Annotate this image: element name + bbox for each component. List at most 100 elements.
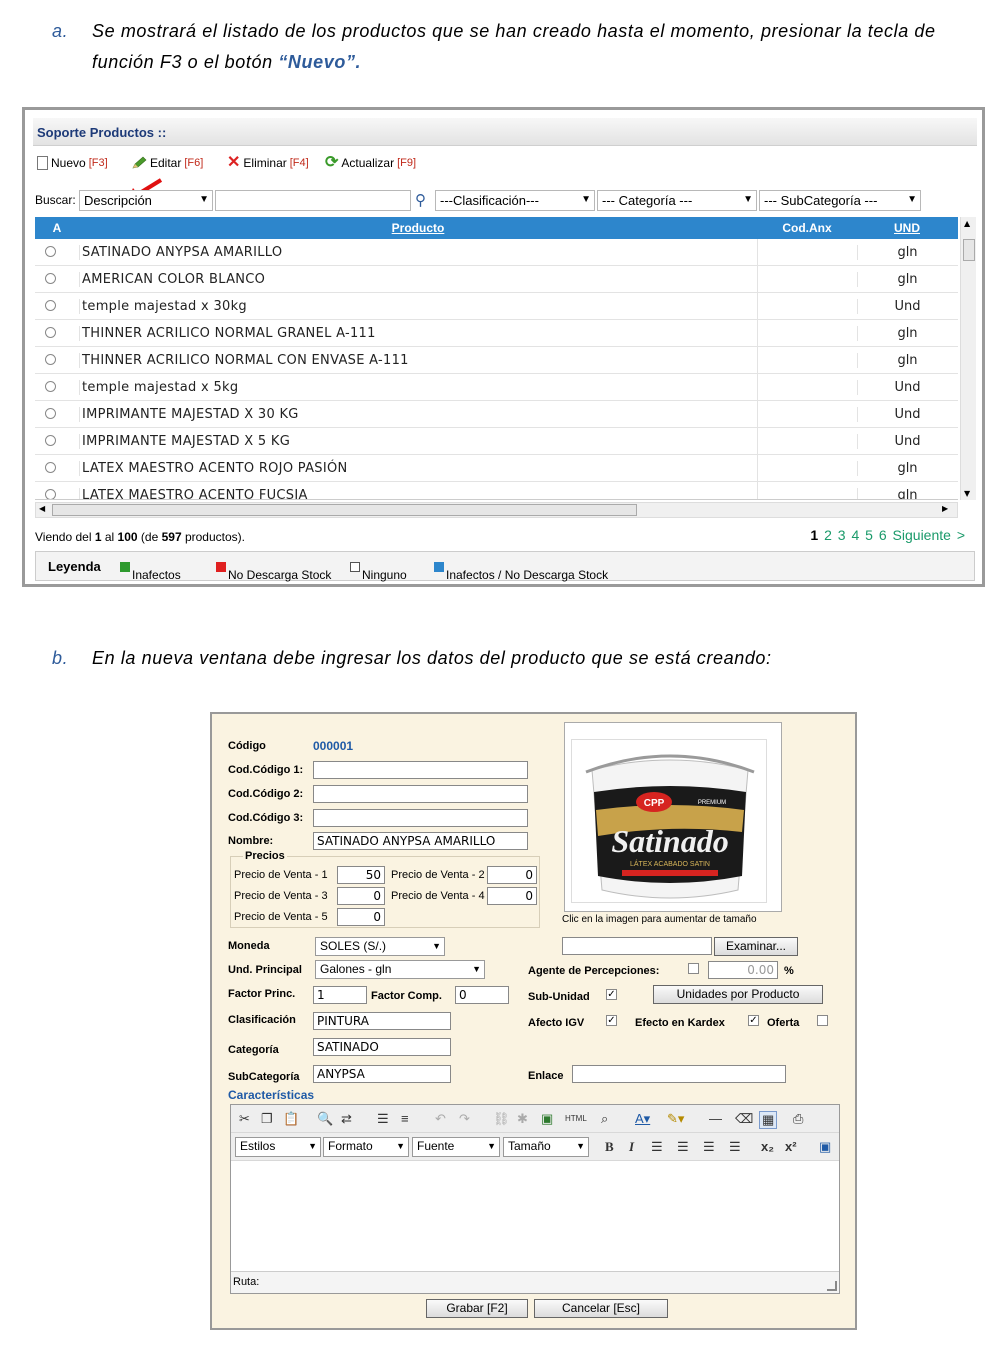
- align-justify-icon[interactable]: ☰: [729, 1139, 741, 1155]
- replace-icon[interactable]: ⇄: [341, 1111, 352, 1127]
- subcategoria-field[interactable]: ANYPSA: [313, 1065, 451, 1083]
- editor-content-area[interactable]: [231, 1161, 839, 1271]
- moneda-select[interactable]: SOLES (S/.) ▼: [315, 937, 445, 956]
- italic-icon[interactable]: I: [629, 1139, 634, 1155]
- image-file-field[interactable]: [562, 937, 712, 955]
- bold-icon[interactable]: B: [605, 1139, 614, 1155]
- row-select-radio[interactable]: [45, 435, 56, 446]
- col-header-producto[interactable]: Producto: [79, 221, 757, 235]
- unidades-por-producto-button[interactable]: Unidades por Producto: [653, 985, 823, 1004]
- fuente-select[interactable]: Fuente ▼: [412, 1137, 500, 1157]
- paste-icon[interactable]: 📋: [283, 1111, 299, 1127]
- scroll-left-icon[interactable]: ◀: [39, 504, 45, 513]
- eraser-icon[interactable]: ⌫: [735, 1111, 753, 1127]
- table-row[interactable]: IMPRIMANTE MAJESTAD X 30 KG Und: [35, 401, 958, 428]
- row-select-radio[interactable]: [45, 489, 56, 499]
- enlace-field[interactable]: [572, 1065, 786, 1083]
- categoria-field[interactable]: SATINADO: [313, 1038, 451, 1056]
- copy-icon[interactable]: ❐: [261, 1111, 273, 1127]
- clasificacion-select[interactable]: ---Clasificación--- ▼: [435, 190, 595, 211]
- page-link[interactable]: 5: [865, 527, 873, 543]
- categoria-select[interactable]: --- Categoría --- ▼: [597, 190, 757, 211]
- efecto-kardex-checkbox[interactable]: ✓: [748, 1015, 759, 1026]
- row-select-radio[interactable]: [45, 408, 56, 419]
- und-principal-select[interactable]: Galones - gln ▼: [315, 960, 485, 979]
- precio-3-field[interactable]: 0: [337, 887, 385, 905]
- vertical-scroll-thumb[interactable]: [963, 239, 975, 261]
- edit-button[interactable]: Editar [F6]: [131, 156, 203, 170]
- row-select-radio[interactable]: [45, 246, 56, 257]
- table-row[interactable]: THINNER ACRILICO NORMAL GRANEL A-111 gln: [35, 320, 958, 347]
- factor-comp-field[interactable]: 0: [455, 986, 509, 1004]
- precio-5-field[interactable]: 0: [337, 908, 385, 926]
- page-link[interactable]: 4: [851, 527, 859, 543]
- subscript-icon[interactable]: x₂: [761, 1139, 774, 1154]
- grabar-button[interactable]: Grabar [F2]: [426, 1299, 528, 1318]
- scroll-right-icon[interactable]: ▶: [942, 504, 948, 513]
- scroll-up-icon[interactable]: ▲: [964, 219, 970, 228]
- table-row[interactable]: AMERICAN COLOR BLANCO gln: [35, 266, 958, 293]
- highlight-color-icon[interactable]: ✎▾: [667, 1111, 684, 1127]
- sub-unidad-checkbox[interactable]: ✓: [606, 989, 617, 1000]
- refresh-button[interactable]: ⟳ Actualizar [F9]: [325, 155, 416, 171]
- find-icon[interactable]: 🔍: [317, 1111, 333, 1127]
- numbered-list-icon[interactable]: ≡: [401, 1111, 409, 1126]
- table-row[interactable]: IMPRIMANTE MAJESTAD X 5 KG Und: [35, 428, 958, 455]
- vertical-scrollbar[interactable]: ▲ ▼: [960, 217, 976, 500]
- horizontal-scrollbar[interactable]: ◀ ▶: [35, 502, 958, 518]
- align-center-icon[interactable]: ☰: [677, 1139, 689, 1155]
- image-icon[interactable]: ▣: [541, 1111, 553, 1127]
- search-icon[interactable]: ⚲: [415, 191, 426, 209]
- percepcion-field[interactable]: 0.00: [708, 961, 778, 979]
- col-header-a[interactable]: A: [35, 221, 79, 235]
- delete-button[interactable]: ✕ Eliminar [F4]: [227, 155, 309, 171]
- align-left-icon[interactable]: ☰: [651, 1139, 663, 1155]
- cancelar-button[interactable]: Cancelar [Esc]: [534, 1299, 668, 1318]
- table-row[interactable]: temple majestad x 5kg Und: [35, 374, 958, 401]
- agente-percepciones-checkbox[interactable]: [688, 963, 699, 974]
- page-link[interactable]: 6: [879, 527, 887, 543]
- col-header-cod-anx[interactable]: Cod.Anx: [757, 221, 857, 235]
- text-color-icon[interactable]: A▾: [635, 1111, 650, 1127]
- clasificacion-field[interactable]: PINTURA: [313, 1012, 451, 1030]
- cod2-field[interactable]: [313, 785, 528, 803]
- horizontal-scroll-thumb[interactable]: [52, 504, 637, 516]
- page-link[interactable]: 2: [824, 527, 832, 543]
- redo-icon[interactable]: ↷: [459, 1111, 470, 1127]
- oferta-checkbox[interactable]: [817, 1015, 828, 1026]
- row-select-radio[interactable]: [45, 300, 56, 311]
- bullet-list-icon[interactable]: ☰: [377, 1111, 389, 1127]
- unlink-icon[interactable]: ✱: [517, 1111, 528, 1127]
- cut-icon[interactable]: ✂: [239, 1111, 250, 1127]
- tamano-select[interactable]: Tamaño ▼: [503, 1137, 589, 1157]
- table-row[interactable]: temple majestad x 30kg Und: [35, 293, 958, 320]
- precio-4-field[interactable]: 0: [487, 887, 537, 905]
- resize-grip-icon[interactable]: [827, 1281, 837, 1291]
- link-icon[interactable]: ⛓: [493, 1111, 510, 1127]
- afecto-igv-checkbox[interactable]: ✓: [606, 1015, 617, 1026]
- new-button[interactable]: Nuevo [F3]: [37, 156, 108, 170]
- precio-2-field[interactable]: 0: [487, 866, 537, 884]
- row-select-radio[interactable]: [45, 354, 56, 365]
- fullscreen-icon[interactable]: ▣: [819, 1139, 831, 1155]
- nombre-field[interactable]: SATINADO ANYPSA AMARILLO: [313, 832, 528, 850]
- product-image[interactable]: CPP PREMIUM Satinado LÁTEX ACABADO SATIN: [571, 739, 767, 903]
- table-icon[interactable]: ▦: [759, 1111, 778, 1129]
- html-source-icon[interactable]: HTML: [565, 1114, 587, 1123]
- align-right-icon[interactable]: ☰: [703, 1139, 715, 1155]
- precio-1-field[interactable]: 50: [337, 866, 385, 884]
- row-select-radio[interactable]: [45, 462, 56, 473]
- table-row[interactable]: SATINADO ANYPSA AMARILLO gln: [35, 239, 958, 266]
- row-select-radio[interactable]: [45, 327, 56, 338]
- superscript-icon[interactable]: x²: [785, 1139, 797, 1154]
- table-row[interactable]: LATEX MAESTRO ACENTO FUCSIA gln: [35, 482, 958, 499]
- table-row[interactable]: LATEX MAESTRO ACENTO ROJO PASIÓN gln: [35, 455, 958, 482]
- cod1-field[interactable]: [313, 761, 528, 779]
- formato-select[interactable]: Formato ▼: [323, 1137, 409, 1157]
- col-header-und[interactable]: UND: [857, 221, 957, 235]
- row-select-radio[interactable]: [45, 273, 56, 284]
- horizontal-rule-icon[interactable]: —: [709, 1111, 722, 1126]
- undo-icon[interactable]: ↶: [435, 1111, 446, 1127]
- search-field-select[interactable]: Descripción ▼: [79, 190, 213, 211]
- subcategoria-select[interactable]: --- SubCategoría --- ▼: [759, 190, 921, 211]
